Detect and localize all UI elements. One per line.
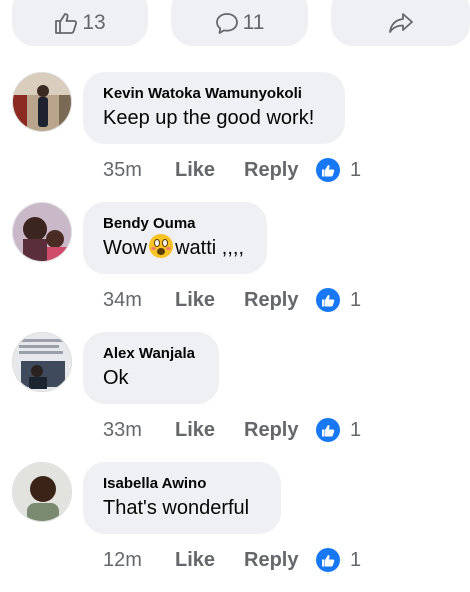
comment-button[interactable]: 11	[171, 0, 308, 46]
reaction-count[interactable]: 1	[316, 158, 361, 182]
comment-time[interactable]: 12m	[103, 549, 175, 572]
comment-item: Bendy Ouma Wow watti ,,,, 34m Like Reply …	[0, 202, 470, 332]
comment-text: Keep up the good work!	[103, 107, 315, 129]
reaction-number: 1	[350, 418, 362, 441]
reaction-count[interactable]: 1	[316, 548, 361, 572]
comment-like-button[interactable]: Like	[175, 549, 244, 572]
comment-outline-icon	[215, 12, 239, 34]
like-button[interactable]: 13	[12, 0, 148, 46]
comment-bubble[interactable]: Kevin Watoka Wamunyokoli Keep up the goo…	[83, 72, 345, 144]
comment-bubble[interactable]: Bendy Ouma Wow watti ,,,,	[83, 202, 267, 274]
comment-author[interactable]: Bendy Ouma	[103, 214, 247, 234]
reaction-count[interactable]: 1	[316, 418, 361, 442]
avatar[interactable]	[12, 462, 72, 522]
comment-like-button[interactable]: Like	[175, 419, 244, 442]
comment-bubble[interactable]: Alex Wanjala Ok	[83, 332, 219, 404]
comment-author[interactable]: Alex Wanjala	[103, 344, 199, 364]
like-reaction-icon	[316, 418, 340, 442]
comment-reply-button[interactable]: Reply	[244, 419, 316, 442]
comment-item: Kevin Watoka Wamunyokoli Keep up the goo…	[0, 72, 470, 202]
reaction-count[interactable]: 1	[316, 288, 361, 312]
comment-author[interactable]: Kevin Watoka Wamunyokoli	[103, 84, 325, 104]
like-reaction-icon	[316, 548, 340, 572]
comment-meta: 35m Like Reply 1	[103, 156, 361, 184]
comment-text: Ok	[103, 367, 129, 389]
comment-text-start: Wow	[103, 237, 148, 259]
like-count: 13	[82, 11, 106, 34]
avatar[interactable]	[12, 202, 72, 262]
comment-like-button[interactable]: Like	[175, 159, 244, 182]
avatar[interactable]	[12, 72, 72, 132]
comment-reply-button[interactable]: Reply	[244, 549, 316, 572]
reaction-number: 1	[350, 548, 362, 571]
comment-meta: 33m Like Reply 1	[103, 416, 361, 444]
reaction-number: 1	[350, 288, 362, 311]
comment-text: That's wonderful	[103, 497, 250, 519]
comment-meta: 34m Like Reply 1	[103, 286, 361, 314]
avatar[interactable]	[12, 332, 72, 392]
reaction-number: 1	[350, 158, 362, 181]
like-reaction-icon	[316, 288, 340, 312]
comment-item: Alex Wanjala Ok 33m Like Reply 1	[0, 332, 470, 462]
comment-text-end: watti ,,,,	[175, 237, 244, 259]
comment-time[interactable]: 35m	[103, 159, 175, 182]
wow-emoji-icon	[149, 234, 174, 258]
comment-time[interactable]: 33m	[103, 419, 175, 442]
comment-text: Wow watti ,,,,	[103, 234, 247, 262]
thumbs-up-outline-icon	[54, 12, 78, 34]
share-button[interactable]	[331, 0, 470, 46]
share-arrow-icon	[388, 12, 414, 34]
comment-bubble[interactable]: Isabella Awino That's wonderful	[83, 462, 281, 534]
comment-reply-button[interactable]: Reply	[244, 159, 316, 182]
comment-author[interactable]: Isabella Awino	[103, 474, 261, 494]
comment-reply-button[interactable]: Reply	[244, 289, 316, 312]
comment-item: Isabella Awino That's wonderful 12m Like…	[0, 462, 470, 592]
comment-time[interactable]: 34m	[103, 289, 175, 312]
comment-like-button[interactable]: Like	[175, 289, 244, 312]
comment-count: 11	[242, 11, 265, 34]
comment-meta: 12m Like Reply 1	[103, 546, 361, 574]
like-reaction-icon	[316, 158, 340, 182]
